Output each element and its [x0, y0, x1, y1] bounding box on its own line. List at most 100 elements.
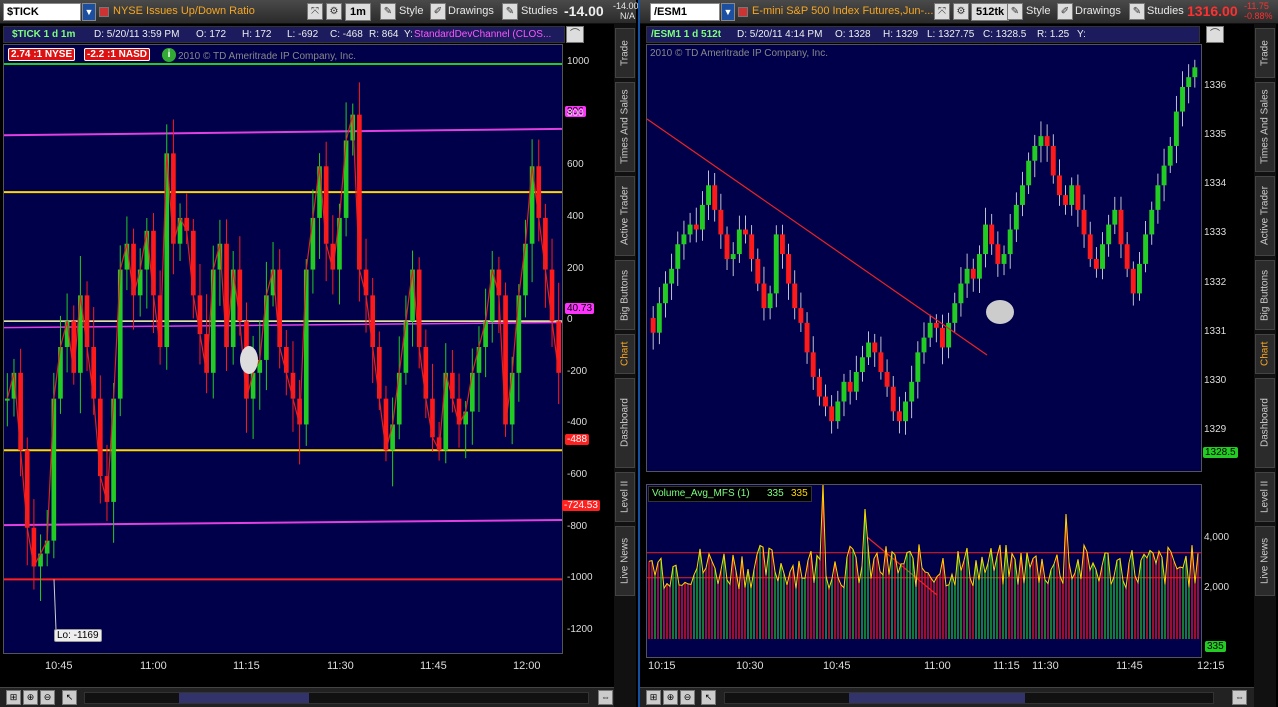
tick-bar — [556, 321, 562, 373]
left-x-tick: 11:45 — [420, 660, 447, 672]
zoom-fit-icon[interactable]: ⊞ — [6, 690, 21, 705]
right-y-tick: 1335 — [1204, 129, 1227, 141]
side-tab-active-trader[interactable]: Active Trader — [1255, 176, 1275, 256]
right-scrollbar[interactable] — [724, 692, 1214, 704]
left-side-tabs: Trade Times And Sales Active Trader Big But… — [614, 24, 636, 707]
left-chart-settings-icon[interactable]: ⌒ — [566, 26, 584, 43]
price-bar — [1180, 87, 1185, 112]
left-studies-button[interactable]: Studies — [521, 5, 558, 17]
left-chart-pane: $TICK ▼ NYSE Issues Up/Down Ratio ⤧ ⚙ 1m… — [0, 0, 639, 707]
side-tab-level-ii[interactable]: Level II — [615, 472, 635, 522]
right-volume-area[interactable] — [646, 484, 1202, 658]
price-bar — [792, 283, 798, 309]
side-tab-level-ii[interactable]: Level II — [1255, 472, 1275, 522]
right-chart-settings-icon[interactable]: ⌒ — [1206, 26, 1224, 43]
left-price-chart — [4, 63, 562, 631]
expand-icon[interactable]: ⇔ — [598, 690, 613, 705]
side-tab-trade[interactable]: Trade — [615, 28, 635, 78]
side-tab-times-and-sales[interactable]: Times And Sales — [615, 82, 635, 172]
zoom-icon[interactable]: ⤧ — [934, 3, 950, 20]
tick-bar — [310, 217, 316, 270]
left-symbol-input[interactable]: $TICK — [3, 3, 81, 21]
tick-bar — [151, 230, 156, 296]
left-info-close: C: -468 — [330, 29, 363, 40]
zoom-icon[interactable]: ⤧ — [307, 3, 323, 20]
side-tab-live-news[interactable]: Live News — [615, 526, 635, 596]
trend-line — [647, 118, 988, 356]
right-studies-button[interactable]: Studies — [1147, 5, 1184, 17]
time-frame-icon[interactable]: ⚙ — [953, 3, 969, 20]
side-tab-dashboard[interactable]: Dashboard — [615, 378, 635, 468]
side-tab-trade[interactable]: Trade — [1255, 28, 1275, 78]
zoom-in-icon[interactable]: ⊕ — [663, 690, 678, 705]
price-bar — [1001, 254, 1007, 264]
right-drawings-button[interactable]: Drawings — [1075, 5, 1121, 17]
tick-bar — [430, 398, 435, 438]
zoom-out-icon[interactable]: ⊖ — [40, 690, 55, 705]
link-icon[interactable] — [99, 7, 109, 17]
price-bar — [903, 401, 908, 422]
left-x-tick: 12:00 — [513, 660, 541, 672]
volume-study-header: Volume_Avg_MFS (1) 335 335 — [648, 486, 812, 502]
side-tab-big-buttons[interactable]: Big Buttons — [1255, 260, 1275, 330]
zoom-out-icon[interactable]: ⊖ — [680, 690, 695, 705]
left-scroll-thumb[interactable] — [179, 693, 309, 703]
price-bar — [896, 411, 902, 422]
info-icon[interactable]: i — [162, 48, 176, 62]
drawings-icon[interactable]: ✐ — [1057, 3, 1073, 20]
expand-icon[interactable]: ⇔ — [1232, 690, 1247, 705]
left-aggregation-button[interactable]: 1m — [345, 3, 371, 21]
price-bar — [1186, 77, 1192, 87]
left-info-study[interactable]: StandardDevChannel (CLOS... — [414, 29, 551, 40]
left-chart-area[interactable] — [3, 44, 563, 654]
right-style-button[interactable]: Style — [1026, 5, 1050, 17]
style-icon[interactable]: ✎ — [380, 3, 396, 20]
price-bar — [706, 185, 712, 205]
price-bar — [1020, 185, 1025, 205]
price-bar — [847, 381, 853, 392]
style-icon[interactable]: ✎ — [1007, 3, 1023, 20]
price-bar — [835, 401, 841, 422]
side-tab-active-trader[interactable]: Active Trader — [615, 176, 635, 256]
left-copyright: 2010 © TD Ameritrade IP Company, Inc. — [178, 51, 357, 62]
price-bar — [1093, 258, 1099, 269]
side-tab-big-buttons[interactable]: Big Buttons — [615, 260, 635, 330]
left-scrollbar[interactable] — [84, 692, 589, 704]
side-tab-chart[interactable]: Chart — [615, 334, 635, 374]
right-description: E-mini S&P 500 Index Futures,Jun-... — [752, 5, 934, 17]
cursor-icon[interactable]: ↖ — [701, 690, 716, 705]
price-bar — [1038, 136, 1044, 146]
studies-icon[interactable]: ✎ — [502, 3, 518, 20]
right-price-area[interactable] — [646, 44, 1202, 472]
price-bar — [1026, 160, 1032, 186]
right-info-name: /ESM1 1 d 512t — [651, 29, 722, 40]
tick-bar — [496, 269, 502, 296]
left-style-button[interactable]: Style — [399, 5, 423, 17]
right-symbol-dropdown[interactable]: ▼ — [721, 3, 735, 21]
drawings-icon[interactable]: ✐ — [430, 3, 446, 20]
left-last-value: -14.00 — [564, 3, 604, 19]
side-tab-times-and-sales[interactable]: Times And Sales — [1255, 82, 1275, 172]
price-bar — [712, 185, 718, 210]
left-drawings-button[interactable]: Drawings — [448, 5, 494, 17]
right-symbol-input[interactable]: /ESM1 — [650, 3, 720, 21]
price-bar — [853, 372, 859, 392]
price-bar — [743, 229, 748, 235]
right-aggregation-button[interactable]: 512tk — [971, 3, 1010, 21]
link-icon[interactable] — [738, 7, 748, 17]
side-tab-live-news[interactable]: Live News — [1255, 526, 1275, 596]
zoom-in-icon[interactable]: ⊕ — [23, 690, 38, 705]
zoom-fit-icon[interactable]: ⊞ — [646, 690, 661, 705]
left-symbol-dropdown[interactable]: ▼ — [82, 3, 96, 21]
volume-study-name[interactable]: Volume_Avg_MFS (1) — [652, 488, 750, 499]
right-x-tick: 10:30 — [736, 660, 764, 672]
cursor-icon[interactable]: ↖ — [62, 690, 77, 705]
right-scroll-thumb[interactable] — [849, 693, 1025, 703]
side-tab-chart[interactable]: Chart — [1255, 334, 1275, 374]
price-bar — [816, 376, 822, 397]
time-frame-icon[interactable]: ⚙ — [326, 3, 342, 20]
left-description: NYSE Issues Up/Down Ratio — [113, 5, 255, 17]
side-tab-dashboard[interactable]: Dashboard — [1255, 378, 1275, 468]
price-bar — [1130, 268, 1136, 294]
studies-icon[interactable]: ✎ — [1129, 3, 1145, 20]
